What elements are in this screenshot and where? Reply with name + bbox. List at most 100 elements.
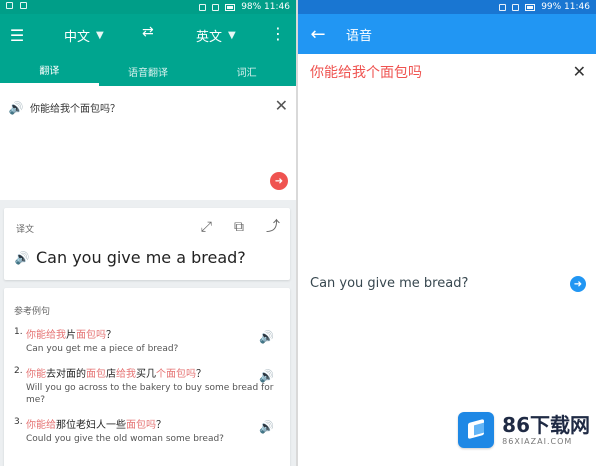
example-item: 1. 你能给我片面包吗？ Can you get me a piece of b… bbox=[14, 326, 280, 355]
translation-label: 译文 bbox=[16, 225, 35, 235]
watermark: 86下载网 86XIAZAI.COM bbox=[458, 412, 590, 448]
example-number: 1. bbox=[14, 327, 23, 337]
tab-label: 语音翻译 bbox=[128, 67, 168, 79]
text-fragment: ？ bbox=[106, 330, 116, 341]
highlight-fragment: 你能给我 bbox=[26, 330, 66, 341]
swap-languages-button[interactable]: ⇄ bbox=[142, 24, 154, 40]
examples-card: 参考例句 1. 你能给我片面包吗？ Can you get me a piece… bbox=[4, 288, 290, 466]
text-fragment: 去对面的 bbox=[46, 369, 86, 380]
watermark-main: 86下载网 bbox=[502, 412, 590, 437]
voice-translation-text: Can you give me bread? bbox=[310, 276, 469, 291]
wifi-icon bbox=[212, 3, 220, 11]
text-fragment: 买几 bbox=[136, 369, 156, 380]
swap-icon: ⇄ bbox=[142, 24, 154, 40]
more-vert-icon: ⋮ bbox=[270, 24, 286, 43]
input-area: 🔊 你能给我个面包吗？ ✕ ➜ bbox=[0, 86, 296, 200]
tab-bar: 翻译 语音翻译 词汇 bbox=[0, 56, 296, 86]
example-chinese: 你能给那位老妇人一些面包吗？ bbox=[26, 416, 280, 431]
examples-title: 参考例句 bbox=[14, 307, 51, 317]
status-right: 99% 11:46 bbox=[499, 2, 590, 12]
status-right: 98% 11:46 bbox=[199, 2, 290, 12]
clear-input-button[interactable]: ✕ bbox=[275, 96, 288, 115]
target-language-label: 英文 bbox=[196, 30, 223, 45]
voice-close-button[interactable]: ✕ bbox=[573, 62, 586, 81]
dropdown-caret-icon: ▼ bbox=[96, 30, 104, 41]
watermark-text: 86下载网 86XIAZAI.COM bbox=[502, 415, 590, 446]
watermark-sub: 86XIAZAI.COM bbox=[502, 436, 573, 446]
screen: 98% 11:46 ☰ 中文 ▼ ⇄ 英文 ▼ ⋮ 翻译 语音翻译 词汇 🔊 你… bbox=[0, 0, 596, 466]
share-icon[interactable]: ⤴ bbox=[266, 220, 280, 234]
highlight-fragment: 个面包吗 bbox=[156, 369, 196, 380]
speaker-icon[interactable]: 🔊 bbox=[9, 101, 24, 115]
status-bar-left: 98% 11:46 bbox=[0, 0, 296, 14]
status-bar-right: 99% 11:46 bbox=[298, 0, 596, 14]
menu-icon: ☰ bbox=[9, 25, 25, 45]
highlight-fragment: 给我 bbox=[116, 369, 136, 380]
back-button[interactable]: ← bbox=[298, 14, 338, 54]
example-english: Can you get me a piece of bread? bbox=[26, 344, 179, 354]
example-item: 3. 你能给那位老妇人一些面包吗？ Could you give the old… bbox=[14, 416, 280, 445]
translate-fab[interactable]: ➜ bbox=[270, 172, 288, 190]
tab-translate[interactable]: 翻译 bbox=[0, 56, 99, 86]
notification-icon bbox=[6, 2, 13, 9]
speaker-icon[interactable]: 🔊 bbox=[15, 251, 30, 265]
status-text: 98% 11:46 bbox=[241, 2, 290, 12]
battery-icon bbox=[225, 3, 236, 11]
bluetooth-icon bbox=[499, 3, 507, 11]
recognized-source-text: 你能给我个面包吗 bbox=[310, 65, 422, 81]
translation-actions: ⤢ ⧉ ⤴ bbox=[201, 220, 280, 234]
close-icon: ✕ bbox=[572, 62, 586, 81]
source-language-selector[interactable]: 中文 ▼ bbox=[64, 26, 104, 45]
highlight-fragment: 面包吗 bbox=[76, 330, 106, 341]
text-fragment: ？ bbox=[156, 420, 166, 431]
highlight-fragment: 你能给 bbox=[26, 420, 56, 431]
back-arrow-icon: ← bbox=[310, 23, 326, 45]
source-language-label: 中文 bbox=[64, 30, 91, 45]
translation-card: 译文 ⤢ ⧉ ⤴ 🔊 Can you give me a bread? bbox=[4, 208, 290, 280]
example-english: Could you give the old woman some bread? bbox=[26, 434, 224, 444]
close-icon: ✕ bbox=[274, 96, 288, 115]
example-speaker-icon[interactable]: 🔊 bbox=[259, 420, 274, 434]
text-fragment: 片 bbox=[66, 330, 76, 341]
menu-button[interactable]: ☰ bbox=[0, 14, 34, 56]
left-translate-screen: 98% 11:46 ☰ 中文 ▼ ⇄ 英文 ▼ ⋮ 翻译 语音翻译 词汇 🔊 你… bbox=[0, 0, 296, 466]
watermark-logo-icon bbox=[458, 412, 495, 448]
text-fragment: 店 bbox=[106, 369, 116, 380]
voice-next-button[interactable]: ➜ bbox=[570, 276, 586, 292]
top-toolbar: ☰ 中文 ▼ ⇄ 英文 ▼ ⋮ bbox=[0, 14, 296, 56]
tab-label: 词汇 bbox=[236, 67, 257, 79]
status-left-icons bbox=[6, 2, 27, 12]
example-item: 2. 你能去对面的面包店给我买几个面包吗？ Will you go across… bbox=[14, 365, 280, 406]
highlight-fragment: 你能 bbox=[26, 369, 46, 380]
highlight-fragment: 面包吗 bbox=[126, 420, 156, 431]
example-number: 2. bbox=[14, 366, 23, 376]
source-text[interactable]: 你能给我个面包吗？ bbox=[30, 100, 120, 115]
battery-icon bbox=[525, 3, 536, 11]
notification-icon bbox=[19, 2, 27, 9]
examples-list: 1. 你能给我片面包吗？ Can you get me a piece of b… bbox=[14, 326, 280, 455]
bluetooth-icon bbox=[199, 3, 207, 11]
status-text: 99% 11:46 bbox=[541, 2, 590, 12]
tab-voice-translate[interactable]: 语音翻译 bbox=[99, 56, 198, 86]
example-speaker-icon[interactable]: 🔊 bbox=[259, 369, 274, 383]
source-text-row: 🔊 你能给我个面包吗？ bbox=[9, 100, 120, 116]
expand-icon[interactable]: ⤢ bbox=[201, 220, 212, 234]
wifi-icon bbox=[512, 3, 520, 11]
example-chinese: 你能给我片面包吗？ bbox=[26, 326, 280, 341]
highlight-fragment: 面包 bbox=[86, 369, 106, 380]
voice-app-bar: ← 语音 bbox=[298, 14, 596, 54]
target-language-selector[interactable]: 英文 ▼ bbox=[196, 26, 236, 45]
translation-text: Can you give me a bread? bbox=[36, 248, 246, 267]
tab-vocabulary[interactable]: 词汇 bbox=[197, 56, 296, 86]
right-voice-screen: 99% 11:46 ← 语音 你能给我个面包吗 ✕ Can you give m… bbox=[298, 0, 596, 466]
example-chinese: 你能去对面的面包店给我买几个面包吗？ bbox=[26, 365, 280, 380]
text-fragment: ？ bbox=[196, 369, 206, 380]
dropdown-caret-icon: ▼ bbox=[228, 30, 236, 41]
tab-label: 翻译 bbox=[39, 66, 60, 77]
more-options-button[interactable]: ⋮ bbox=[270, 24, 286, 43]
copy-icon[interactable]: ⧉ bbox=[234, 220, 244, 234]
arrow-right-icon: ➜ bbox=[274, 175, 284, 187]
app-bar-title: 语音 bbox=[346, 28, 373, 44]
example-speaker-icon[interactable]: 🔊 bbox=[259, 330, 274, 344]
example-number: 3. bbox=[14, 417, 23, 427]
